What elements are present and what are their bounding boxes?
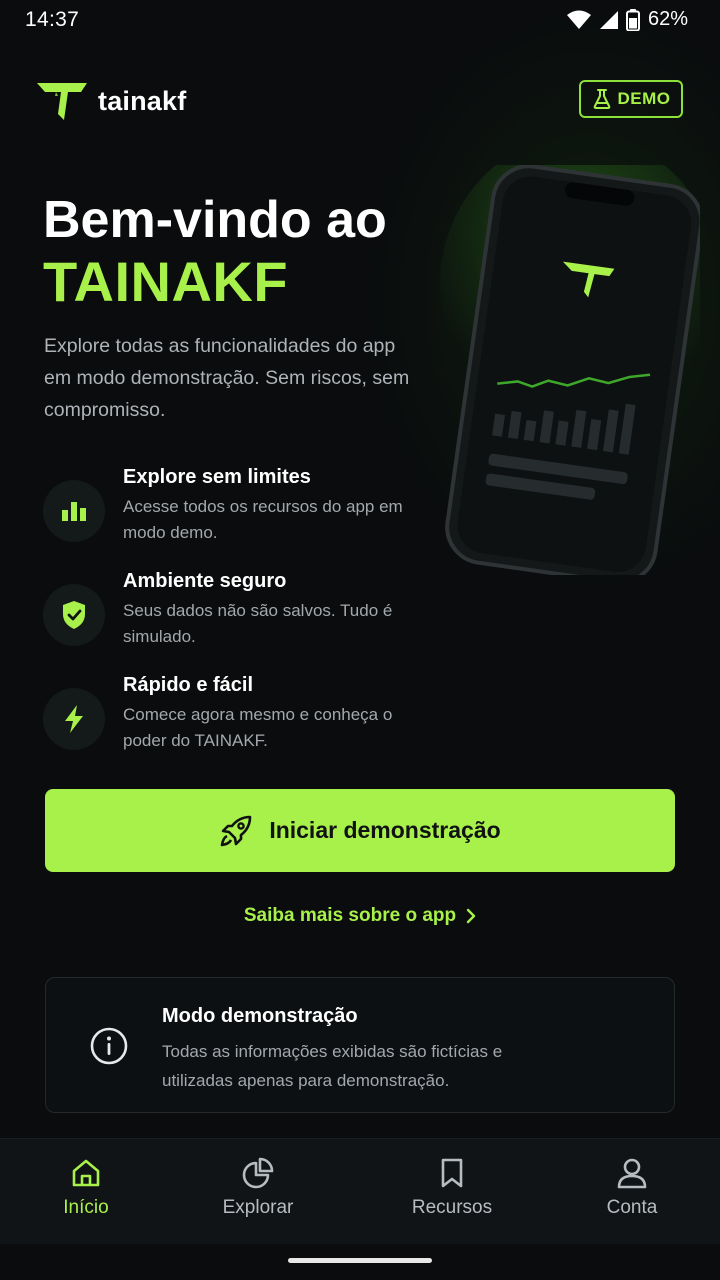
pie-chart-icon xyxy=(242,1157,274,1189)
status-bar: 14:37 62% xyxy=(0,0,720,40)
nav-label: Recursos xyxy=(411,1197,493,1218)
feature-item: Rápido e fácil Comece agora mesmo e conh… xyxy=(43,674,423,764)
home-icon xyxy=(72,1159,100,1187)
shield-check-icon xyxy=(63,601,85,629)
feature-item: Explore sem limites Acesse todos os recu… xyxy=(43,466,423,556)
feature-description: Acesse todos os recursos do app em modo … xyxy=(123,497,403,542)
learn-more-label: Saiba mais sobre o app xyxy=(243,905,457,926)
feature-icon-circle xyxy=(43,584,105,646)
feature-icon-circle xyxy=(43,480,105,542)
feature-title: Ambiente seguro xyxy=(123,570,287,592)
nav-label: Início xyxy=(63,1197,109,1218)
feature-description: Seus dados não são salvos. Tudo é simula… xyxy=(123,601,393,646)
nav-label: Conta xyxy=(606,1197,658,1218)
nav-item-inicio[interactable]: Início xyxy=(16,1157,156,1219)
battery-percentage: 62% xyxy=(647,8,688,30)
start-demo-label: Iniciar demonstração xyxy=(269,817,501,843)
wifi-icon xyxy=(566,10,591,29)
feature-title: Explore sem limites xyxy=(123,466,311,488)
brand-name: tainakf xyxy=(98,85,187,116)
demo-welcome-screen: 14:37 62% tainakf DEMO Bem-vindo ao TAIN… xyxy=(0,0,720,1280)
nav-item-explorar[interactable]: Explorar xyxy=(188,1157,328,1219)
start-demo-button[interactable]: Iniciar demonstração xyxy=(45,789,675,872)
cell-signal-icon xyxy=(599,10,618,29)
bottom-navigation: Início Explorar Recursos Conta xyxy=(0,1138,720,1244)
nav-label: Explorar xyxy=(222,1197,294,1218)
phone-mockup-image xyxy=(440,165,700,575)
tainakf-logo-icon xyxy=(37,83,87,120)
info-card-text: Todas as informações exibidas são fictíc… xyxy=(162,1042,503,1090)
nav-item-recursos[interactable]: Recursos xyxy=(382,1157,522,1219)
demo-mode-info-card: Modo demonstração Todas as informações e… xyxy=(45,977,675,1113)
flask-icon xyxy=(593,89,610,109)
status-icons: 62% xyxy=(566,8,688,31)
chevron-right-icon xyxy=(466,908,476,924)
learn-more-link[interactable]: Saiba mais sobre o app xyxy=(0,905,720,927)
bookmark-icon xyxy=(441,1158,463,1188)
status-time: 14:37 xyxy=(25,8,80,31)
user-icon xyxy=(617,1158,647,1189)
battery-icon xyxy=(625,8,640,31)
feature-item: Ambiente seguro Seus dados não são salvo… xyxy=(43,570,423,660)
nav-item-conta[interactable]: Conta xyxy=(562,1157,702,1219)
gesture-navigation-bar[interactable] xyxy=(288,1258,432,1263)
feature-description: Comece agora mesmo e conheça o poder do … xyxy=(123,705,393,750)
rocket-icon xyxy=(221,815,252,846)
demo-badge: DEMO xyxy=(579,80,683,118)
app-logo: tainakf xyxy=(36,80,186,122)
hero-description: Explore todas as funcionalidades do app … xyxy=(44,335,410,421)
feature-icon-circle xyxy=(43,688,105,750)
demo-badge-label: DEMO xyxy=(617,89,671,108)
info-card-title: Modo demonstração xyxy=(162,1005,358,1027)
hero-title: Bem-vindo ao xyxy=(43,191,387,249)
info-icon xyxy=(90,1027,128,1065)
lightning-icon xyxy=(65,705,83,733)
feature-title: Rápido e fácil xyxy=(123,674,254,696)
hero-brand: TAINAKF xyxy=(43,250,289,313)
bar-chart-icon xyxy=(62,502,86,521)
